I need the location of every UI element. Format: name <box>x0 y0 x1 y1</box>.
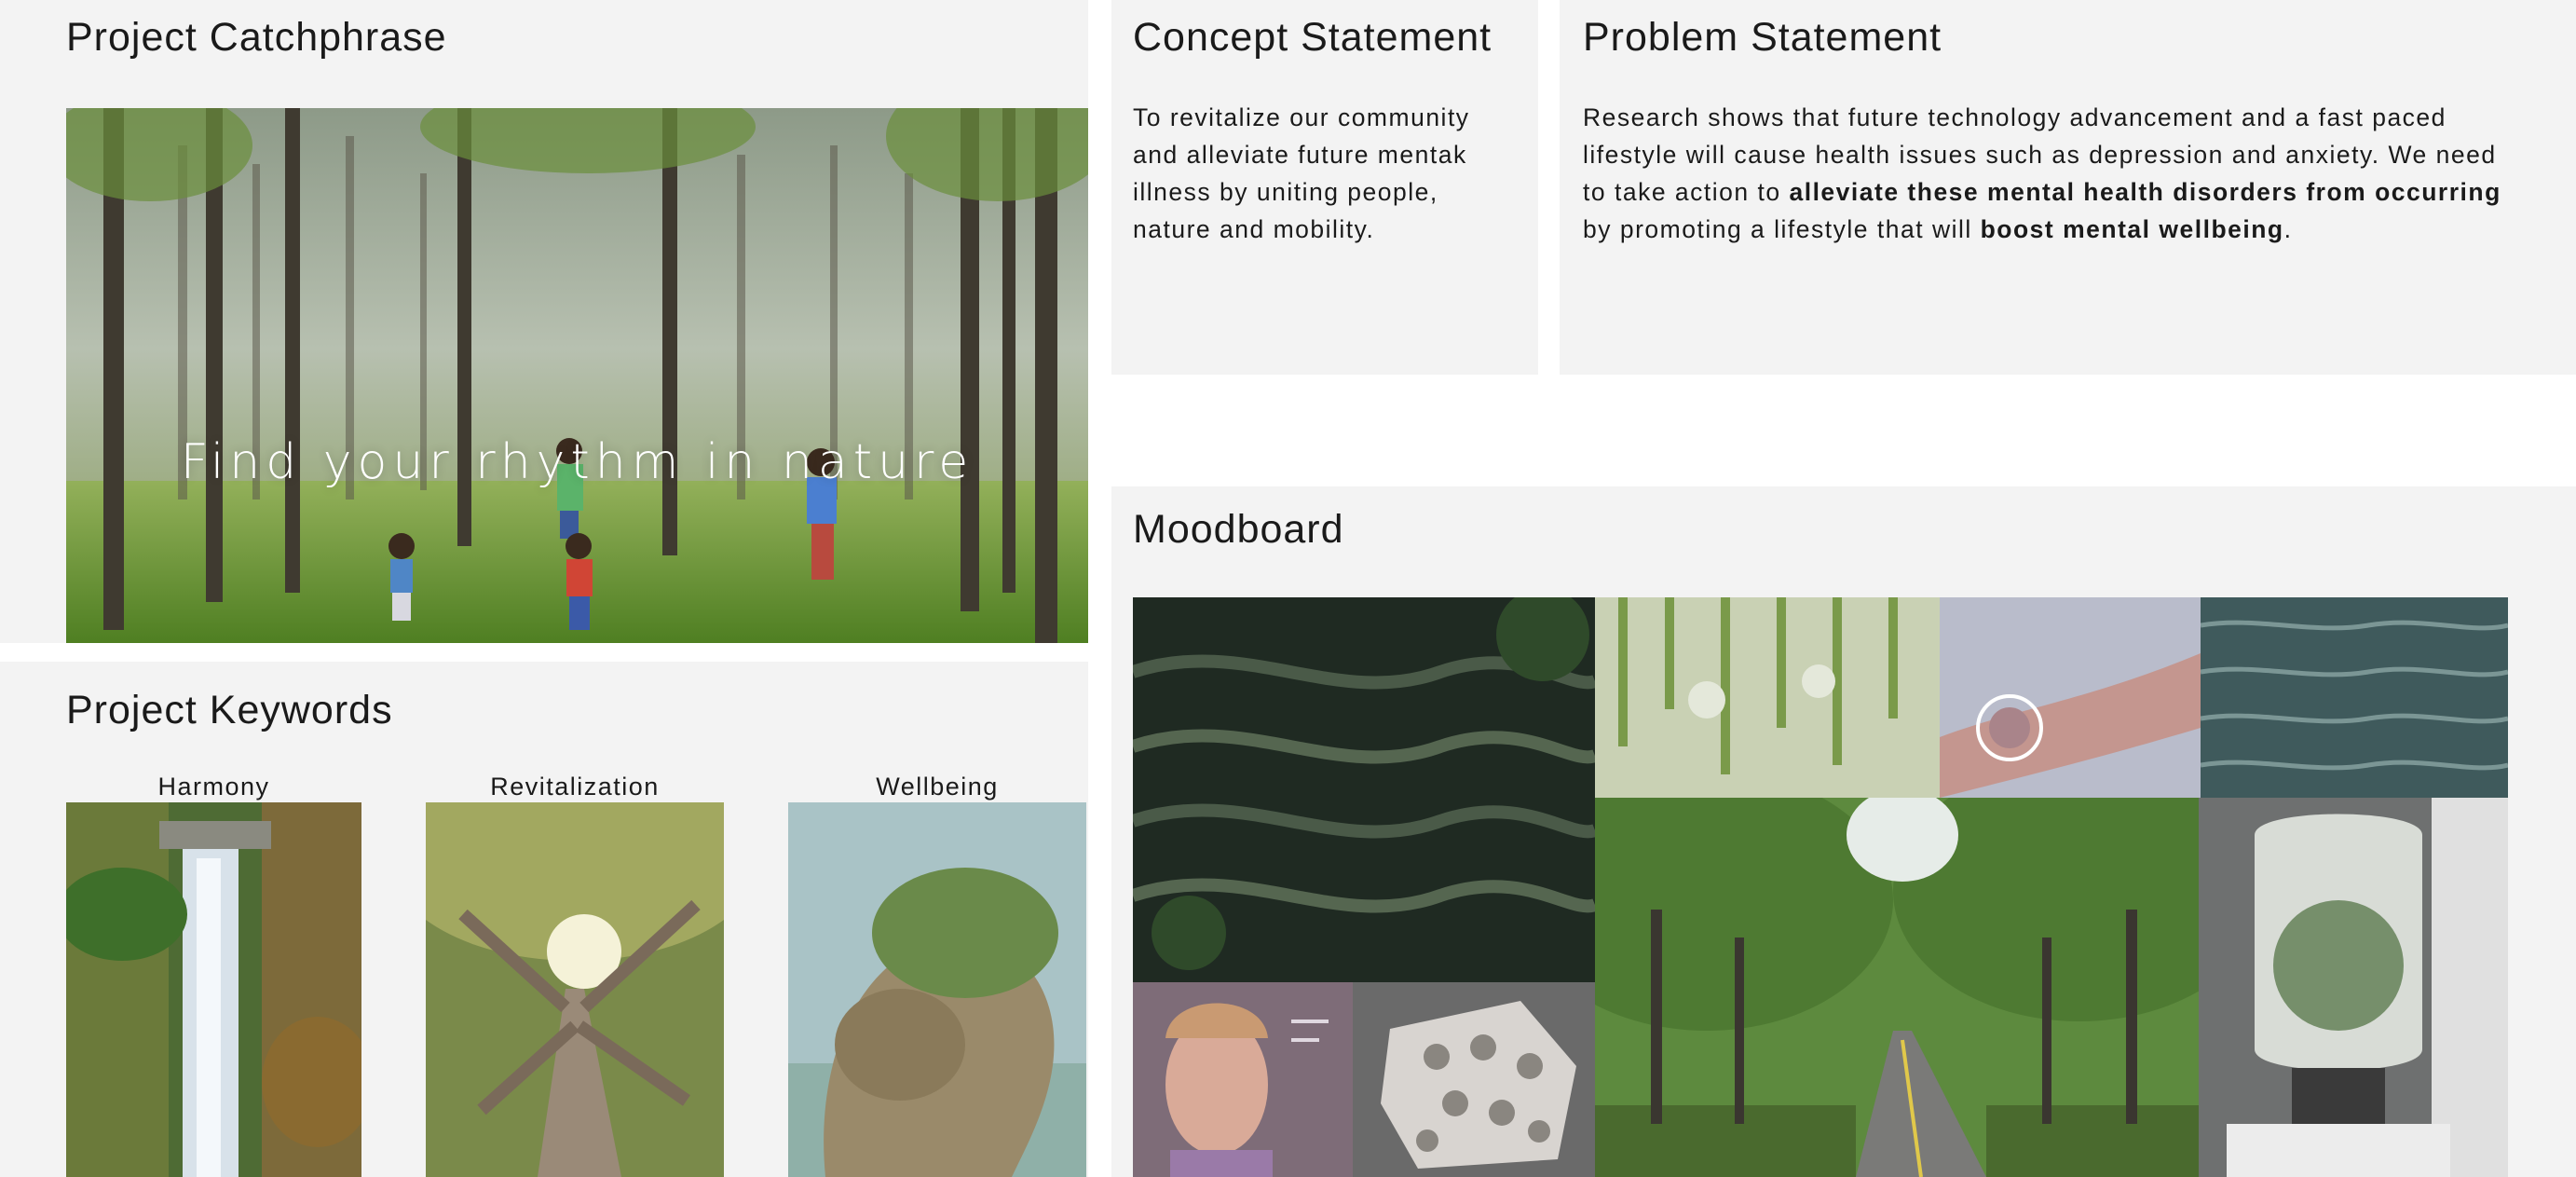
problem-text-2: by promoting a lifestyle that will <box>1583 215 1981 243</box>
keyword-label-harmony: Harmony <box>157 773 270 801</box>
problem-emphasis-1: alleviate these mental health disorders … <box>1789 178 2501 206</box>
portrait-person-photo <box>1133 982 1353 1177</box>
head-plants-photo <box>788 802 1086 1177</box>
catchphrase-heading: Project Catchphrase <box>66 15 447 60</box>
lattice-sculpture-photo <box>1353 982 1595 1177</box>
problem-body: Research shows that future technology ad… <box>1583 99 2524 248</box>
waterfall-photo <box>66 802 361 1177</box>
hanging-plants-photo <box>1595 597 1940 798</box>
keyword-label-revitalization: Revitalization <box>490 773 660 801</box>
problem-emphasis-2: boost mental wellbeing <box>1980 215 2284 243</box>
catchphrase-overlay: Find your rhythm in nature <box>180 434 975 490</box>
water-surface-photo <box>2201 597 2508 798</box>
moodboard-heading: Moodboard <box>1133 507 1344 552</box>
smartwatch-hand-photo <box>1940 597 2201 798</box>
keyword-label-wellbeing: Wellbeing <box>876 773 999 801</box>
problem-heading: Problem Statement <box>1583 15 1942 60</box>
banyan-tree-photo <box>426 802 724 1177</box>
concept-body: To revitalize our community and alleviat… <box>1133 103 1470 243</box>
problem-text-3: . <box>2283 215 2293 243</box>
plant-vase-photo <box>2199 798 2508 1177</box>
tree-lined-road-photo <box>1595 798 2199 1177</box>
keywords-heading: Project Keywords <box>66 688 393 732</box>
forest-children-photo: Find your rhythm in nature <box>66 108 1088 643</box>
rice-terraces-photo <box>1133 597 1595 982</box>
concept-heading: Concept Statement <box>1133 15 1492 60</box>
